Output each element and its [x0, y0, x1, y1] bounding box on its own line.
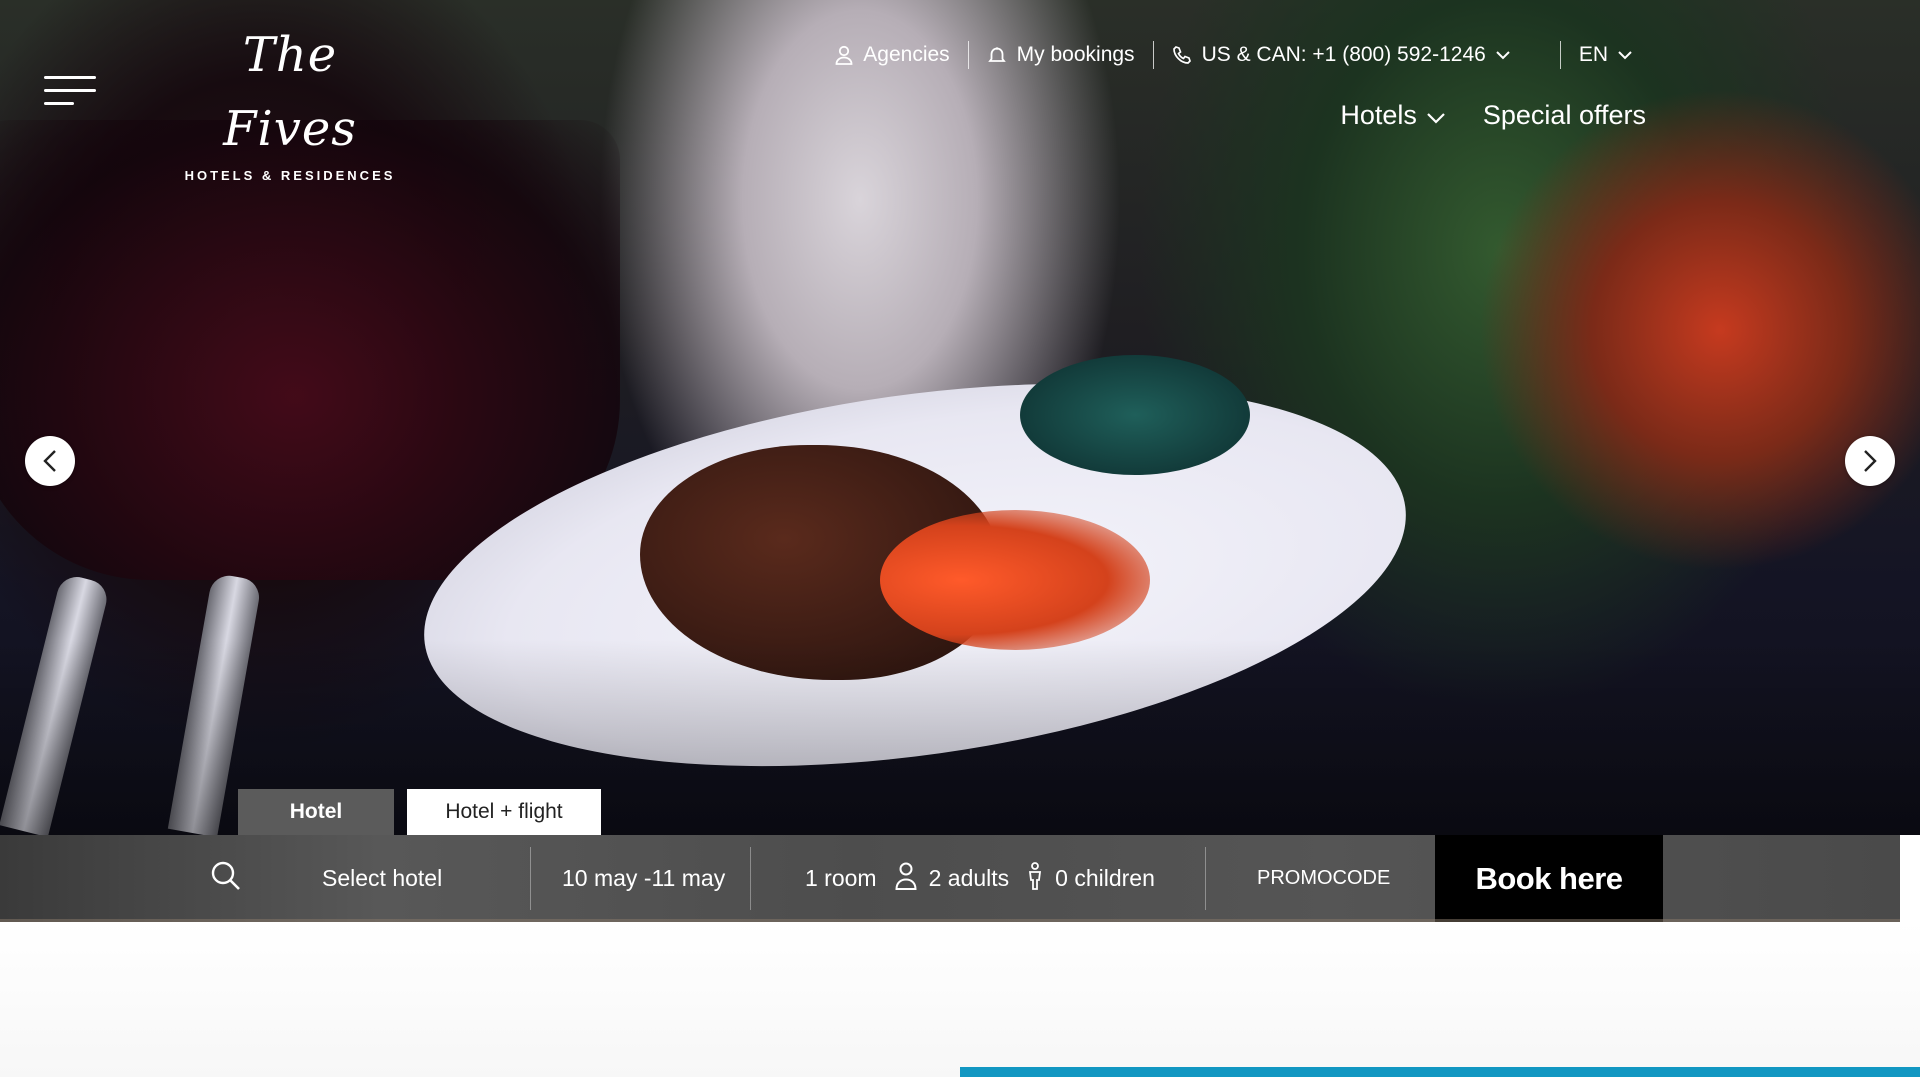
select-hotel-label: Select hotel [322, 865, 443, 891]
logo-subtitle: HOTELS & RESIDENCES [184, 168, 396, 183]
phone-dropdown[interactable]: US & CAN: +1 (800) 592-1246 [1154, 43, 1528, 67]
bell-icon [987, 46, 1007, 64]
adults-label: 2 adults [928, 865, 1010, 891]
language-label: EN [1578, 43, 1608, 66]
nav-special-offers[interactable]: Special offers [1483, 100, 1646, 131]
logo-script: The Fives [223, 27, 357, 157]
phone-number: US & CAN: +1 (800) 592-1246 [1201, 43, 1486, 66]
booking-bar: Select hotel 10 may -11 may 1 room 2 adu… [0, 835, 1900, 922]
chevron-down-icon [1496, 50, 1510, 60]
phone-icon [1172, 45, 1192, 65]
nav-special-offers-label: Special offers [1482, 100, 1646, 130]
nav-hotels[interactable]: Hotels [1340, 100, 1445, 131]
utility-bar: Agencies My bookings US & CAN: +1 (800) … [817, 40, 1650, 70]
person-icon [895, 862, 917, 896]
garnish-image [1020, 355, 1250, 475]
my-bookings-label: My bookings [1016, 43, 1135, 66]
promocode-input[interactable]: PROMOCODE [1257, 835, 1390, 922]
booking-tabs: Hotel Hotel + flight [238, 789, 601, 835]
dates-label: 10 may -11 may [562, 865, 726, 891]
accent-strip [960, 1067, 1920, 1077]
agencies-link[interactable]: Agencies [817, 43, 967, 67]
divider [750, 847, 751, 910]
main-nav: Hotels Special offers [1340, 100, 1646, 131]
rooms-label: 1 room [805, 865, 877, 891]
children-label: 0 children [1055, 865, 1155, 891]
user-icon [835, 45, 853, 65]
content-area [0, 922, 1920, 1077]
divider [1205, 847, 1206, 910]
chevron-down-icon [1618, 50, 1632, 60]
hotel-selector[interactable]: Select hotel [210, 835, 530, 922]
agencies-label: Agencies [863, 43, 950, 66]
promocode-label: PROMOCODE [1257, 867, 1391, 889]
chevron-right-icon[interactable] [1845, 436, 1895, 486]
date-range-picker[interactable]: 10 may -11 may [562, 835, 725, 922]
my-bookings-link[interactable]: My bookings [969, 43, 1153, 67]
divider [530, 847, 531, 910]
child-icon [1027, 861, 1043, 896]
tab-hotel-flight[interactable]: Hotel + flight [407, 789, 601, 835]
brand-logo[interactable]: The Fives HOTELS & RESIDENCES [170, 18, 410, 183]
search-icon [210, 860, 242, 898]
chevron-left-icon[interactable] [25, 436, 75, 486]
garnish-image [880, 510, 1150, 650]
language-dropdown[interactable]: EN [1561, 43, 1650, 67]
nav-hotels-label: Hotels [1340, 100, 1417, 130]
chevron-down-icon [1427, 100, 1445, 131]
book-here-button[interactable]: Book here [1435, 835, 1663, 922]
hamburger-menu-icon[interactable] [44, 76, 96, 108]
guests-selector[interactable]: 1 room 2 adults 0 children [805, 835, 1155, 922]
tab-hotel[interactable]: Hotel [238, 789, 394, 835]
